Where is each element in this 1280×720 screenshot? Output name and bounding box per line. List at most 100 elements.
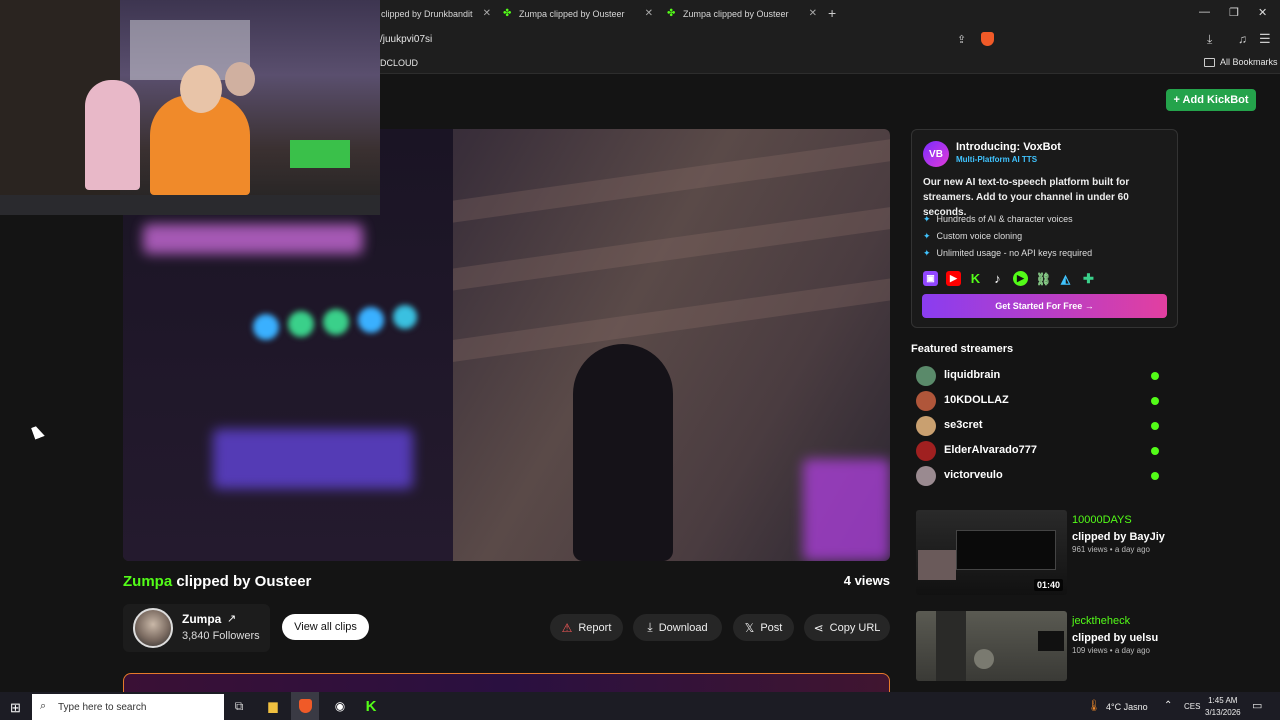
- thumb-cam: [1038, 631, 1064, 651]
- voxbot-logo: VB: [923, 141, 949, 167]
- language-indicator[interactable]: CES: [1184, 702, 1200, 711]
- windows-start-icon[interactable]: ⊞: [10, 700, 21, 716]
- notification-icon[interactable]: ▭: [1252, 699, 1262, 712]
- bookmark-item[interactable]: DCLOUD: [380, 58, 418, 68]
- neon-light: [213, 429, 413, 489]
- obs-icon[interactable]: ◉: [331, 697, 349, 715]
- channel-link[interactable]: Zumpa: [123, 573, 172, 590]
- kick-taskbar-icon[interactable]: K: [362, 697, 380, 715]
- led-light: [323, 309, 349, 335]
- feature-text: Unlimited usage - no API keys required: [936, 248, 1093, 258]
- kick-favicon-icon: ✤: [503, 7, 512, 19]
- thumb-screen: [956, 530, 1056, 570]
- featured-streamer[interactable]: se3cret: [916, 416, 1164, 436]
- taskbar-search-input[interactable]: Type here to search: [32, 694, 224, 720]
- file-explorer-icon[interactable]: ▆: [264, 697, 282, 715]
- thumb-figure: [974, 649, 994, 669]
- warning-icon: ⚠: [561, 620, 573, 635]
- clock-time: 1:45 AM: [1208, 696, 1238, 705]
- weather-text[interactable]: 4°C Jasno: [1106, 702, 1148, 712]
- share-icon: ⋖: [813, 620, 824, 635]
- voxbot-title: Introducing: VoxBot: [956, 141, 1061, 153]
- post-label: Post: [760, 621, 783, 634]
- streamer-name: se3cret: [944, 419, 983, 431]
- task-view-icon[interactable]: ⧉: [230, 697, 248, 715]
- download-icon[interactable]: ⤓: [1207, 32, 1212, 47]
- media-icon[interactable]: ♫: [1238, 32, 1247, 46]
- share-icon[interactable]: ⇪: [957, 33, 966, 46]
- clip-title: Zumpa clipped by Ousteer: [123, 573, 311, 590]
- x-logo-icon: 𝕏: [744, 620, 755, 635]
- desk-mat: [290, 140, 350, 168]
- view-all-clips-button[interactable]: View all clips: [282, 614, 369, 640]
- wall-texture: [423, 205, 890, 295]
- led-light: [358, 307, 384, 333]
- live-dot-icon: [1151, 447, 1159, 455]
- avatar[interactable]: [133, 608, 173, 648]
- window-close-icon[interactable]: ✕: [1258, 6, 1267, 19]
- duration-badge: 01:40: [1033, 579, 1063, 591]
- clip-thumbnail[interactable]: [916, 611, 1067, 681]
- link-icon: ⛓: [1035, 271, 1052, 286]
- voxbot-feature: ✦ Custom voice cloning: [923, 231, 1022, 242]
- featured-streamer[interactable]: victorveulo: [916, 466, 1164, 486]
- tab-label: Zumpa clipped by Ousteer: [519, 8, 625, 19]
- sparkle-icon: ✦: [923, 248, 931, 258]
- wall-texture: [443, 276, 890, 364]
- voxbot-feature: ✦ Hundreds of AI & character voices: [923, 214, 1073, 225]
- tab-clip-drunkbandit[interactable]: clipped by Drunkbandit ✕: [381, 0, 491, 27]
- live-dot-icon: [1151, 372, 1159, 380]
- clip-meta: 961 views • a day ago: [1072, 545, 1150, 554]
- download-button[interactable]: ⤓ Download: [633, 614, 722, 641]
- clip-author: clipped by BayJiy: [1072, 531, 1165, 543]
- kick-favicon-icon: ✤: [667, 7, 676, 19]
- thumb-webcam: [918, 550, 956, 580]
- copy-url-button[interactable]: ⋖ Copy URL: [804, 614, 890, 641]
- add-kickbot-button[interactable]: + Add KickBot: [1166, 89, 1256, 111]
- led-light: [288, 311, 314, 337]
- tab-clip-ousteer-active[interactable]: ✤ Zumpa clipped by Ousteer ✕: [667, 0, 817, 27]
- minimize-icon[interactable]: —: [1199, 6, 1210, 18]
- external-link-icon[interactable]: ↗: [227, 612, 236, 625]
- tiktok-icon: ♪: [994, 271, 1001, 286]
- live-dot-icon: [1151, 422, 1159, 430]
- clip-channel-link[interactable]: jecktheheck: [1072, 615, 1130, 627]
- featured-streamer[interactable]: 10KDOLLAZ: [916, 391, 1164, 411]
- all-bookmarks-button[interactable]: All Bookmarks: [1204, 57, 1278, 67]
- tray-chevron-icon[interactable]: ⌃: [1164, 700, 1172, 711]
- avatar: [916, 391, 936, 411]
- led-light: [393, 305, 417, 329]
- menu-icon[interactable]: ☰: [1259, 31, 1271, 47]
- restore-icon[interactable]: ❐: [1229, 6, 1239, 19]
- tab-clip-ousteer[interactable]: ✤ Zumpa clipped by Ousteer ✕: [503, 0, 653, 27]
- creator-name[interactable]: Zumpa: [182, 612, 221, 626]
- brave-shield-icon[interactable]: [981, 32, 994, 46]
- person-left: [85, 80, 140, 190]
- brave-taskbar-item[interactable]: [291, 692, 319, 720]
- neon-light: [803, 459, 890, 561]
- taskbar-clock[interactable]: 1:45 AM 3/13/2026: [1205, 695, 1241, 719]
- report-button[interactable]: ⚠ Report: [550, 614, 623, 641]
- clip-thumbnail[interactable]: 01:40: [916, 510, 1067, 595]
- featured-streamer[interactable]: liquidbrain: [916, 366, 1164, 386]
- feature-text: Custom voice cloning: [936, 231, 1023, 241]
- clock-date: 3/13/2026: [1205, 708, 1241, 717]
- clip-author: clipped by uelsu: [1072, 632, 1159, 644]
- get-started-button[interactable]: Get Started For Free →: [922, 294, 1167, 318]
- close-icon[interactable]: ✕: [645, 8, 653, 19]
- url-field[interactable]: /juukpvi07si: [380, 34, 432, 45]
- followers-count: 3,840 Followers: [182, 630, 260, 642]
- live-dot-icon: [1151, 397, 1159, 405]
- post-button[interactable]: 𝕏 Post: [733, 614, 794, 641]
- featured-heading: Featured streamers: [911, 343, 1014, 355]
- download-icon: ⤓: [647, 620, 653, 634]
- close-icon[interactable]: ✕: [809, 8, 817, 19]
- feature-text: Hundreds of AI & character voices: [936, 214, 1073, 224]
- desk: [0, 195, 380, 215]
- new-tab-button[interactable]: +: [828, 5, 836, 21]
- folder-icon: [1204, 57, 1215, 67]
- featured-streamer[interactable]: ElderAlvarado777: [916, 441, 1164, 461]
- clip-channel-link[interactable]: 10000DAYS: [1072, 514, 1132, 526]
- close-icon[interactable]: ✕: [483, 8, 491, 19]
- rumble-icon: ▶: [1013, 271, 1028, 286]
